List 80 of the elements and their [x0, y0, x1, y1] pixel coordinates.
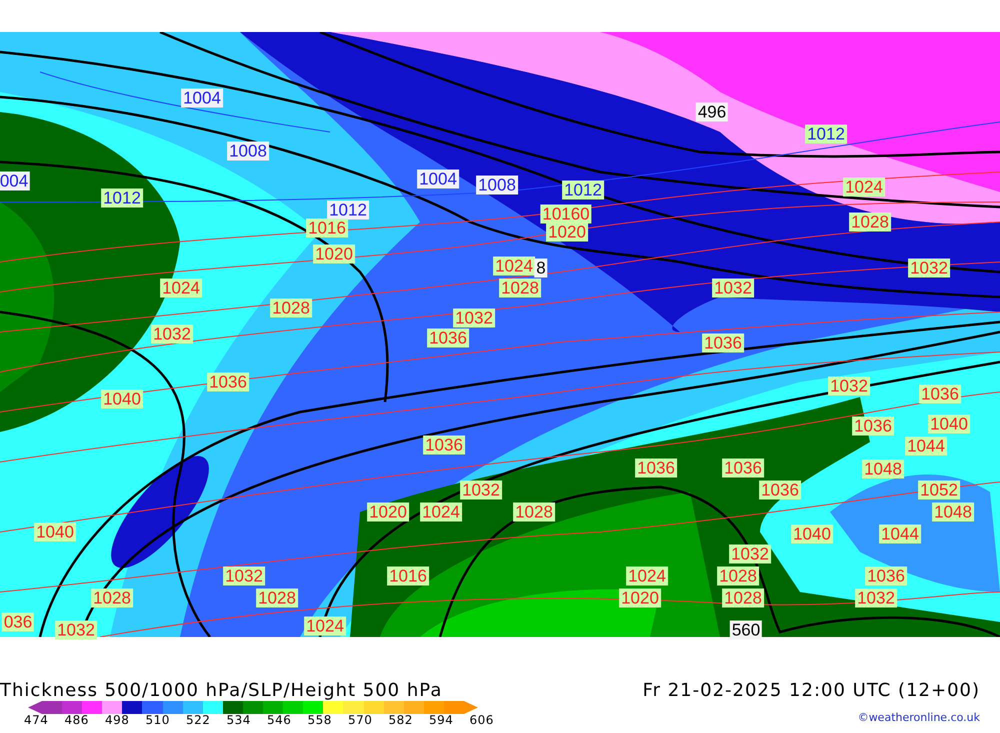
- contour-label: 1032: [460, 480, 502, 500]
- contour-label: 1016: [387, 566, 429, 586]
- contour-label: 1028: [717, 566, 759, 586]
- contour-label: 1032: [855, 588, 897, 608]
- contour-label: 1036: [423, 436, 465, 454]
- contour-label: 1032: [55, 620, 97, 640]
- contour-label: 1028: [256, 588, 298, 608]
- contour-label: 1012: [101, 188, 143, 208]
- contour-label: 004: [0, 172, 30, 190]
- contour-label: 1032: [908, 258, 950, 278]
- scale-tick-label: 474: [24, 714, 48, 727]
- contour-label: 1036: [635, 458, 677, 478]
- contour-label: 1032: [151, 324, 193, 344]
- contour-label: 1012: [805, 124, 847, 144]
- contour-label: 496: [696, 102, 728, 122]
- scale-arrow-icon: [464, 701, 478, 714]
- scale-tick-label: 606: [470, 714, 494, 727]
- contour-label: 1012: [562, 180, 604, 200]
- contour-label: 1028: [722, 588, 764, 608]
- contour-label: 1036: [207, 372, 249, 392]
- contour-label: 1036: [852, 416, 894, 436]
- scale-arrow-icon: [28, 701, 42, 714]
- contour-label: 1032: [223, 566, 265, 586]
- contour-label: 1032: [828, 376, 870, 396]
- contour-label: 1008: [227, 142, 269, 160]
- contour-label: 1044: [879, 524, 921, 544]
- credit-link[interactable]: ©weatheronline.co.uk: [858, 711, 980, 724]
- contour-label: 1008: [476, 176, 518, 194]
- contour-label: 1048: [862, 460, 904, 478]
- contour-label: 1028: [499, 278, 541, 298]
- contour-label: 560: [730, 620, 762, 640]
- scale-tick-label: 546: [267, 714, 292, 727]
- contour-label: 1028: [849, 212, 891, 232]
- contour-label: 1036: [919, 384, 961, 404]
- contour-label: 1028: [270, 298, 312, 318]
- chart-title: Thickness 500/1000 hPa/SLP/Height 500 hPa: [0, 681, 442, 701]
- contour-label: 036: [2, 612, 34, 632]
- contour-label: 1016: [306, 218, 348, 238]
- contour-label: 1020: [313, 244, 355, 264]
- contour-label: 1024: [160, 278, 202, 298]
- contour-label: 1052: [918, 480, 960, 500]
- contour-label: 1024: [420, 502, 462, 522]
- contour-label: 1020: [619, 588, 661, 608]
- contour-label: 1020: [367, 502, 409, 522]
- contour-label: 1028: [513, 502, 555, 522]
- contour-label: 1040: [34, 522, 76, 542]
- scale-tick-label: 510: [146, 714, 170, 727]
- contour-label: 1024: [626, 566, 668, 586]
- contour-label: 1036: [865, 566, 907, 586]
- scale-tick-label: 594: [429, 714, 454, 727]
- contour-label: 1024: [304, 616, 346, 636]
- scale-tick-label: 486: [64, 714, 89, 727]
- scale-tick-label: 582: [388, 714, 413, 727]
- contour-label: 8: [534, 258, 548, 278]
- valid-time: Fr 21-02-2025 12:00 UTC (12+00): [642, 681, 980, 701]
- scale-tick-label: 558: [308, 714, 332, 727]
- contour-label: 1036: [702, 334, 744, 352]
- contour-label: 1036: [722, 458, 764, 478]
- contour-label: 1012: [327, 200, 369, 220]
- contour-label: 1036: [759, 480, 801, 500]
- contour-label: 1036: [427, 328, 469, 348]
- contour-label: 1044: [905, 436, 947, 456]
- contour-label: 1032: [712, 278, 754, 298]
- scale-tick-label: 498: [105, 714, 130, 727]
- contour-label: 1032: [729, 544, 771, 564]
- contour-label: 1024: [843, 178, 885, 196]
- contour-label: 1004: [417, 170, 459, 188]
- contour-label: 1024: [493, 256, 535, 276]
- scale-tick-label: 534: [226, 714, 251, 727]
- contour-label: 1020: [546, 222, 588, 242]
- scale-tick-label: 522: [186, 714, 210, 727]
- contour-label: 1040: [791, 524, 833, 544]
- contour-label: 1048: [932, 502, 974, 522]
- contour-label: 1040: [101, 390, 143, 408]
- scale-tick-label: 570: [348, 714, 372, 727]
- contour-label: 10160: [540, 204, 592, 224]
- contour-label: 1040: [928, 414, 970, 434]
- contour-label: 1032: [453, 308, 495, 328]
- contour-label: 1028: [91, 588, 133, 608]
- contour-label: 1004: [181, 88, 223, 108]
